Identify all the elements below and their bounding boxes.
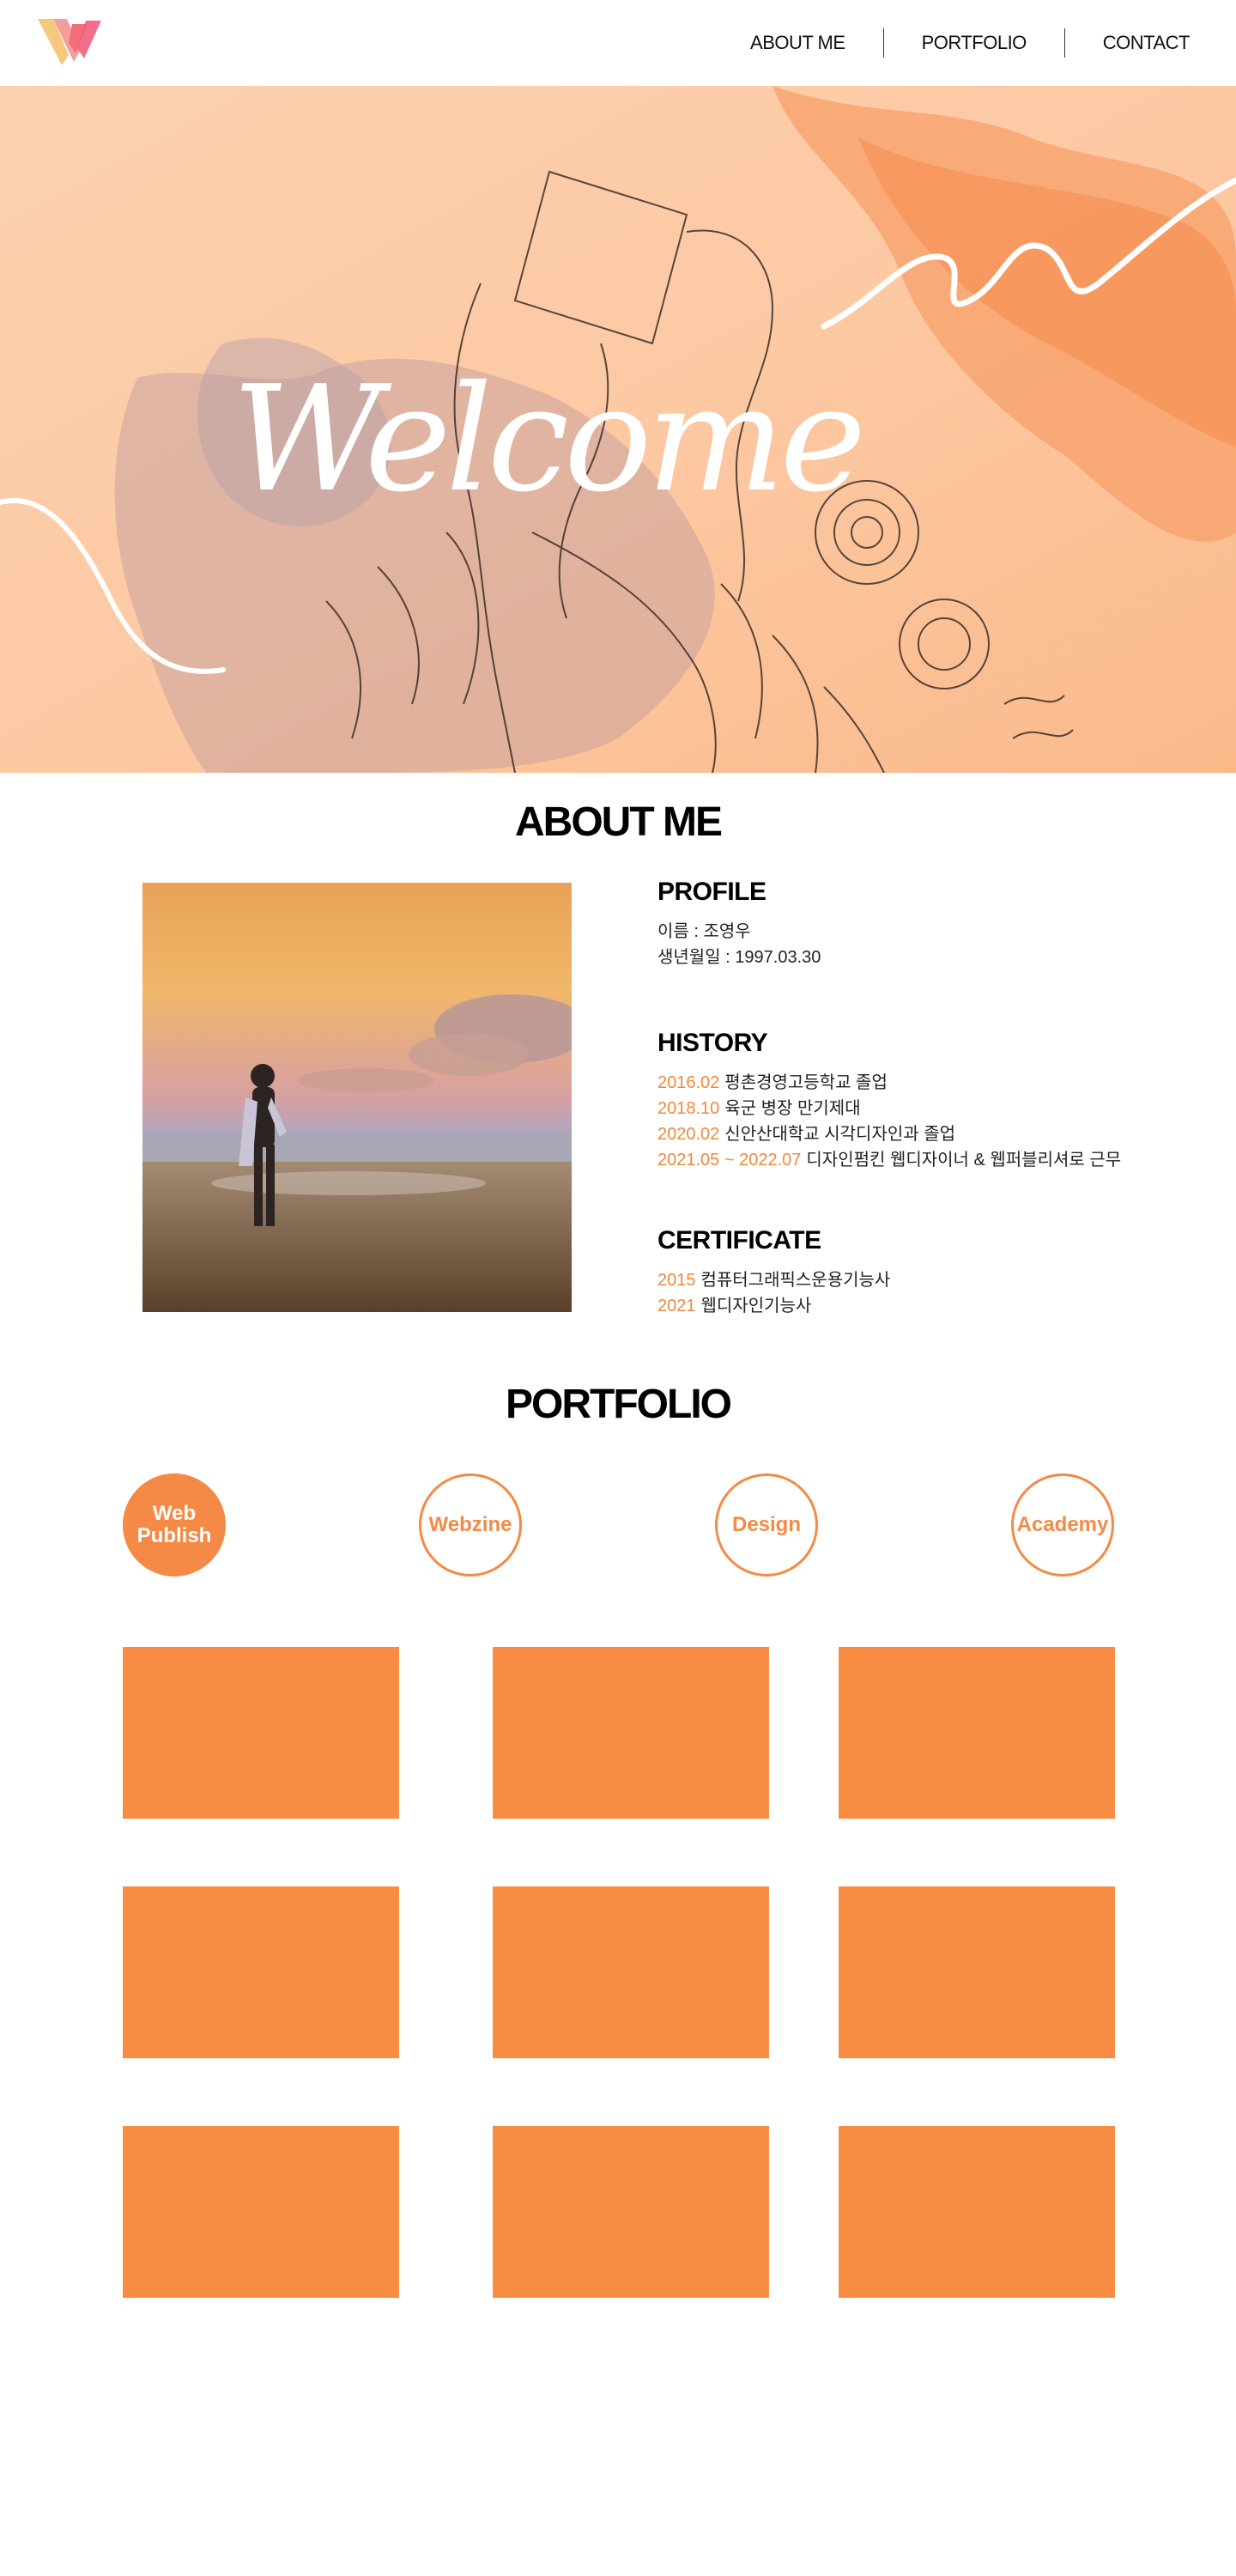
filter-label: Academy [1016,1513,1109,1536]
certificate-item: 2021 웹디자인기능사 [657,1293,890,1319]
history-block: HISTORY 2016.02 평촌경영고등학교 졸업 2018.10 육군 병장 … [657,1029,1121,1173]
portfolio-card[interactable] [839,1647,1115,1819]
portfolio-card[interactable] [839,2126,1115,2298]
filter-webzine[interactable]: Webzine [419,1473,522,1577]
logo-icon[interactable] [34,15,106,69]
history-item: 2021.05 ~ 2022.07 디자인펌킨 웹디자이너 & 웹퍼블리셔로 근무 [657,1147,1121,1173]
nav-divider [1063,28,1065,58]
hero-illustration: Welcome [0,86,1236,773]
filter-academy[interactable]: Academy [1011,1473,1114,1577]
portfolio-card[interactable] [839,1886,1115,2058]
history-date: 2021.05 ~ 2022.07 [657,1151,802,1170]
profile-photo [142,883,572,1312]
certificate-text: 컴퓨터그래픽스운용기능사 [700,1271,891,1290]
history-item: 2018.10 육군 병장 만기제대 [657,1096,1121,1121]
history-date: 2016.02 [657,1073,720,1092]
filter-design[interactable]: Design [715,1473,818,1577]
history-text: 디자인펌킨 웹디자이너 & 웹퍼블리셔로 근무 [806,1151,1122,1170]
history-item: 2016.02 평촌경영고등학교 졸업 [657,1070,1121,1096]
history-item: 2020.02 신안산대학교 시각디자인과 졸업 [657,1121,1121,1147]
history-text: 육군 병장 만기제대 [724,1099,861,1118]
profile-birthdate: 생년월일 : 1997.03.30 [657,948,821,967]
portfolio-card[interactable] [493,1886,769,2058]
certificate-text: 웹디자인기능사 [700,1297,812,1315]
portfolio-card[interactable] [493,2126,769,2298]
certificate-block: CERTIFICATE 2015 컴퓨터그래픽스운용기능사 2021 웹디자인기능사 [657,1226,890,1319]
certificate-year: 2021 [657,1297,696,1315]
nav-about-me[interactable]: ABOUT ME [750,32,845,54]
portfolio-card[interactable] [493,1647,769,1819]
nav-contact[interactable]: CONTACT [1103,32,1191,54]
portfolio-card[interactable] [123,1647,399,1819]
filter-label: Web Publish [137,1503,212,1547]
certificate-item: 2015 컴퓨터그래픽스운용기능사 [657,1267,890,1293]
certificate-heading: CERTIFICATE [657,1226,821,1255]
hero-banner: Welcome [0,86,1236,773]
portfolio-title: PORTFOLIO [506,1382,732,1427]
portfolio-card[interactable] [123,2126,399,2298]
main-nav: ABOUT ME PORTFOLIO CONTACT [750,26,1191,60]
filter-label-line2: Publish [136,1524,212,1547]
filter-label: Webzine [428,1513,512,1536]
filter-label-line1: Web [152,1502,197,1525]
certificate-year: 2015 [657,1271,696,1290]
profile-name: 이름 : 조영우 [657,922,751,941]
site-header: ABOUT ME PORTFOLIO CONTACT [0,0,1236,86]
filter-label: Design [731,1513,801,1536]
history-date: 2020.02 [657,1125,720,1144]
history-text: 평촌경영고등학교 졸업 [724,1073,888,1092]
history-heading: HISTORY [657,1029,768,1057]
profile-heading: PROFILE [657,878,766,906]
about-title: ABOUT ME [515,799,723,845]
profile-block: PROFILE 이름 : 조영우 생년월일 : 1997.03.30 [657,878,821,970]
hero-headline: Welcome [232,355,861,525]
nav-portfolio[interactable]: PORTFOLIO [922,32,1027,54]
nav-divider [882,28,884,58]
history-date: 2018.10 [657,1099,720,1118]
portfolio-card[interactable] [123,1886,399,2058]
history-text: 신안산대학교 시각디자인과 졸업 [724,1125,956,1144]
filter-web-publish[interactable]: Web Publish [123,1473,226,1577]
